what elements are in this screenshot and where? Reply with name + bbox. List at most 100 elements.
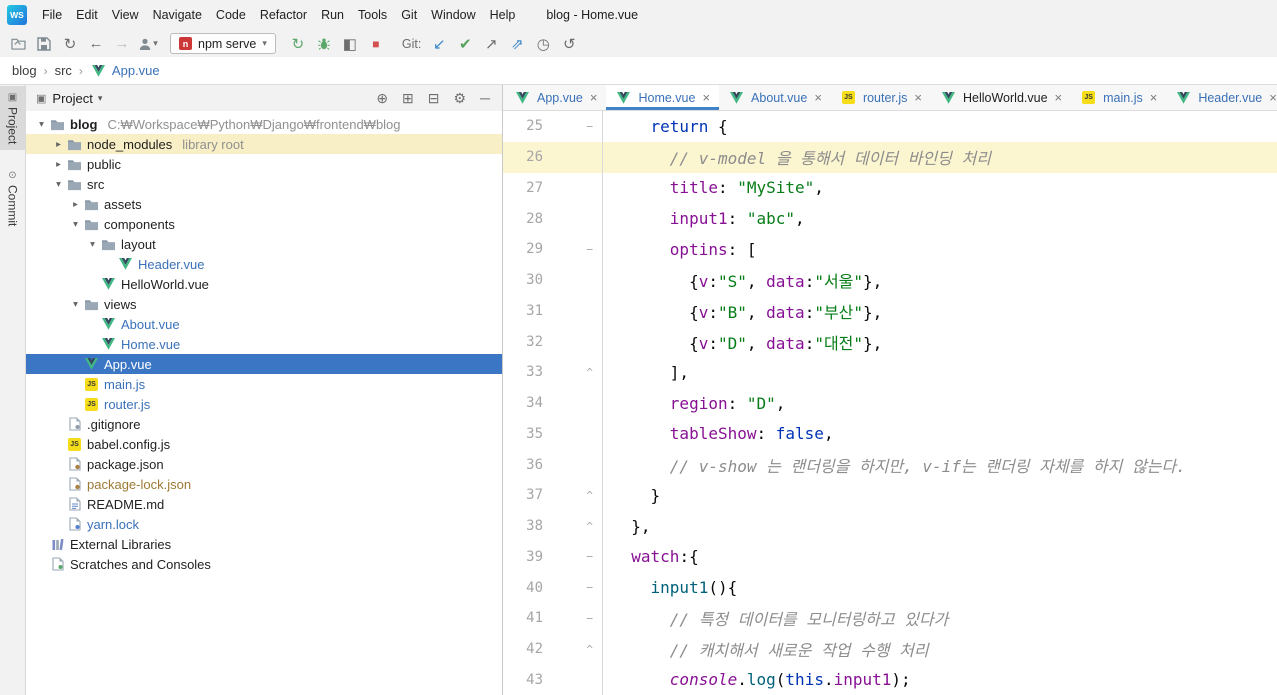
tab-app.vue[interactable]: App.vue × (505, 85, 606, 110)
git-push-icon[interactable]: ↗ (479, 33, 503, 55)
fold-end-icon[interactable]: ^ (586, 521, 593, 532)
sync-icon[interactable]: ↻ (58, 33, 82, 55)
run-config-selector[interactable]: n npm serve ▾ (170, 33, 276, 54)
code-line-38[interactable]: 38 ^ }, (503, 510, 1277, 542)
expand-all-icon[interactable]: ⊞ (402, 90, 414, 107)
chevron-down-icon[interactable]: ▾ (51, 179, 66, 190)
tree-row-external libraries[interactable]: External Libraries (26, 534, 502, 554)
menu-view[interactable]: View (105, 0, 146, 30)
code-line-36[interactable]: 36 // v-show 는 랜더링을 하지만, v-if는 랜더링 자체를 하… (503, 449, 1277, 480)
git-history-icon[interactable]: ◷ (531, 33, 555, 55)
tab-header.vue[interactable]: Header.vue × (1166, 85, 1277, 110)
save-all-icon[interactable] (32, 33, 56, 55)
fold-collapse-icon[interactable]: − (586, 244, 593, 255)
code-line-27[interactable]: 27 title: "MySite", (503, 172, 1277, 204)
tab-close-icon[interactable]: × (814, 90, 822, 105)
debug-bug-icon[interactable] (312, 33, 336, 55)
profile-icon[interactable]: ◧ (338, 33, 362, 55)
settings-gear-icon[interactable]: ⚙ (454, 90, 467, 107)
code-line-43[interactable]: 43 console.log(this.input1); (503, 664, 1277, 695)
fold-collapse-icon[interactable]: − (586, 582, 593, 593)
stripe-project-button[interactable]: ▣ Project (0, 86, 25, 151)
tab-helloworld.vue[interactable]: HelloWorld.vue × (931, 85, 1071, 110)
tree-row-scratches and consoles[interactable]: Scratches and Consoles (26, 554, 502, 574)
tree-row-app.vue[interactable]: App.vue (26, 354, 502, 374)
code-line-32[interactable]: 32 {v:"D", data:"대전"}, (503, 326, 1277, 357)
fold-collapse-icon[interactable]: − (586, 551, 593, 562)
menu-edit[interactable]: Edit (69, 0, 105, 30)
menu-navigate[interactable]: Navigate (146, 0, 209, 30)
tree-row-babel.config.js[interactable]: JS babel.config.js (26, 434, 502, 454)
code-line-33[interactable]: 33 ^ ], (503, 357, 1277, 388)
run-icon[interactable]: ↻ (286, 33, 310, 55)
fold-end-icon[interactable]: ^ (586, 644, 593, 655)
tab-close-icon[interactable]: × (590, 90, 598, 105)
menu-code[interactable]: Code (209, 0, 253, 30)
code-line-30[interactable]: 30 {v:"S", data:"서울"}, (503, 264, 1277, 296)
tab-close-icon[interactable]: × (1055, 90, 1063, 105)
collapse-all-icon[interactable]: ⊟ (428, 90, 440, 107)
menu-help[interactable]: Help (483, 0, 523, 30)
breadcrumb-item-src[interactable]: src (55, 63, 72, 78)
code-line-35[interactable]: 35 tableShow: false, (503, 418, 1277, 450)
tab-main.js[interactable]: JS main.js × (1071, 85, 1166, 110)
menu-tools[interactable]: Tools (351, 0, 394, 30)
chevron-down-icon[interactable]: ▾ (34, 119, 49, 130)
menu-git[interactable]: Git (394, 0, 424, 30)
tree-row-header.vue[interactable]: Header.vue (26, 254, 502, 274)
chevron-down-icon[interactable]: ▾ (68, 299, 83, 310)
tree-row-helloworld.vue[interactable]: HelloWorld.vue (26, 274, 502, 294)
breadcrumb-item-blog[interactable]: blog (12, 63, 37, 78)
code-line-41[interactable]: 41 − // 특정 데이터를 모니터링하고 있다가 (503, 603, 1277, 634)
code-line-39[interactable]: 39 − watch:{ (503, 541, 1277, 573)
tree-row-package-lock.json[interactable]: package-lock.json (26, 474, 502, 494)
stop-icon[interactable]: ■ (364, 33, 388, 55)
fold-end-icon[interactable]: ^ (586, 367, 593, 378)
fold-collapse-icon[interactable]: − (586, 613, 593, 624)
chevron-right-icon[interactable]: ▸ (51, 159, 66, 170)
chevron-down-icon[interactable]: ▾ (68, 219, 83, 230)
tab-close-icon[interactable]: × (702, 90, 710, 105)
tree-row-readme.md[interactable]: README.md (26, 494, 502, 514)
menu-file[interactable]: File (35, 0, 69, 30)
fold-end-icon[interactable]: ^ (586, 490, 593, 501)
tree-row-about.vue[interactable]: About.vue (26, 314, 502, 334)
tab-close-icon[interactable]: × (914, 90, 922, 105)
code-line-26[interactable]: 26 // v-model 을 통해서 데이터 바인딩 처리 (503, 141, 1277, 173)
back-icon[interactable]: ← (84, 33, 108, 55)
tree-row-blog[interactable]: ▾ blog C:₩Workspace₩Python₩Django₩frontend… (26, 114, 502, 134)
git-commit-icon[interactable]: ✔ (453, 33, 477, 55)
tree-row-router.js[interactable]: JS router.js (26, 394, 502, 414)
tab-about.vue[interactable]: About.vue × (719, 85, 831, 110)
project-panel-caret[interactable]: ▾ (98, 93, 103, 104)
tree-row-.gitignore[interactable]: .gitignore (26, 414, 502, 434)
code-line-34[interactable]: 34 region: "D", (503, 387, 1277, 419)
tree-row-package.json[interactable]: package.json (26, 454, 502, 474)
tree-row-node_modules[interactable]: ▸ node_modules library root (26, 134, 502, 154)
tree-row-home.vue[interactable]: Home.vue (26, 334, 502, 354)
project-panel-title[interactable]: Project (52, 91, 92, 106)
locate-file-icon[interactable]: ⊕ (376, 90, 388, 107)
tab-home.vue[interactable]: Home.vue × (606, 85, 720, 110)
tree-row-main.js[interactable]: JS main.js (26, 374, 502, 394)
tab-close-icon[interactable]: × (1150, 90, 1158, 105)
fold-collapse-icon[interactable]: − (586, 121, 593, 132)
tree-row-src[interactable]: ▾ src (26, 174, 502, 194)
tree-row-yarn.lock[interactable]: yarn.lock (26, 514, 502, 534)
code-line-37[interactable]: 37 ^ } (503, 480, 1277, 511)
tree-row-views[interactable]: ▾ views (26, 294, 502, 314)
git-shelve-icon[interactable]: ⇗ (505, 33, 529, 55)
menu-refactor[interactable]: Refactor (253, 0, 314, 30)
forward-icon[interactable]: → (110, 33, 134, 55)
menu-window[interactable]: Window (424, 0, 482, 30)
chevron-down-icon[interactable]: ▾ (85, 239, 100, 250)
tab-router.js[interactable]: JS router.js × (831, 85, 931, 110)
user-profile-icon[interactable]: ▾ (136, 33, 160, 55)
git-update-icon[interactable]: ↙ (427, 33, 451, 55)
git-rollback-icon[interactable]: ↺ (557, 33, 581, 55)
tree-row-layout[interactable]: ▾ layout (26, 234, 502, 254)
code-line-40[interactable]: 40 − input1(){ (503, 572, 1277, 603)
code-line-28[interactable]: 28 input1: "abc", (503, 203, 1277, 234)
code-line-25[interactable]: 25 − return { (503, 111, 1277, 142)
stripe-commit-button[interactable]: ⊙ Commit (0, 164, 25, 232)
